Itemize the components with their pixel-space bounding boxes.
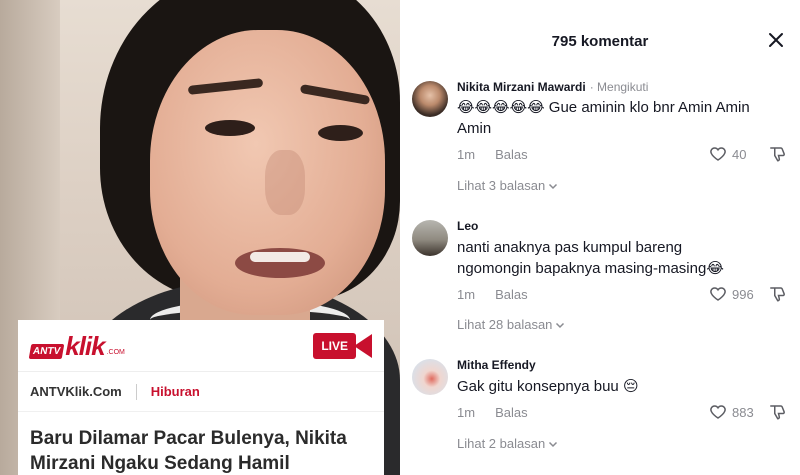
live-label: LIVE	[313, 332, 356, 359]
news-headline: Baru Dilamar Pacar Bulenya, Nikita Mirza…	[30, 428, 347, 474]
teeth	[250, 252, 310, 262]
comment-text: nanti anaknya pas kumpul bareng ngomongi…	[457, 239, 724, 277]
view-replies[interactable]: Lihat 28 balasan	[457, 317, 565, 332]
comments-count-title: 795 komentar	[551, 33, 649, 50]
news-meta: ANTVKlik.Com Hiburan	[18, 372, 384, 412]
avatar[interactable]	[412, 359, 448, 395]
comment-author[interactable]: Mitha Effendy	[457, 358, 536, 372]
comment-time: 1m	[457, 287, 476, 302]
meta-divider	[135, 383, 137, 400]
like-count: 996	[732, 286, 754, 302]
heart-icon	[710, 405, 726, 419]
chevron-down-icon	[549, 183, 558, 189]
view-replies-label: Lihat 28 balasan	[457, 317, 553, 332]
chevron-down-icon	[556, 322, 565, 328]
comment-time: 1m	[457, 147, 476, 162]
comments-header: 795 komentar	[400, 0, 800, 80]
video-frame[interactable]: ANTV klik .COM LIVE ANTVKlik.Com Hiburan…	[0, 0, 400, 475]
close-button[interactable]	[766, 30, 786, 50]
reply-button[interactable]: Balas	[495, 287, 528, 302]
like-count: 40	[732, 146, 747, 162]
antvklik-logo: ANTV klik .COM	[28, 330, 125, 361]
dislike-icon[interactable]	[768, 145, 786, 163]
news-category: Hiburan	[150, 384, 200, 399]
dislike-icon[interactable]	[768, 285, 786, 303]
comment-meta: 1m Balas	[457, 287, 528, 302]
news-card-header: ANTV klik .COM LIVE	[18, 320, 384, 372]
view-replies-label: Lihat 3 balasan	[457, 178, 546, 193]
live-badge: LIVE	[313, 332, 372, 359]
news-card: ANTV klik .COM LIVE ANTVKlik.Com Hiburan…	[18, 320, 384, 475]
dislike-icon[interactable]	[768, 403, 786, 421]
like-button[interactable]: 996	[709, 285, 754, 303]
logo-antv: ANTV	[28, 343, 65, 359]
like-button[interactable]: 883	[709, 403, 754, 421]
chevron-down-icon	[549, 441, 558, 447]
heart-icon	[710, 287, 726, 301]
reply-button[interactable]: Balas	[495, 405, 528, 420]
news-site: ANTVKlik.Com	[30, 384, 122, 399]
view-replies[interactable]: Lihat 2 balasan	[457, 436, 558, 451]
view-replies-label: Lihat 2 balasan	[457, 436, 546, 451]
comment-text: Gak gitu konsepnya buu 😔	[457, 378, 639, 395]
comments-panel: 795 komentar Nikita Mirzani Mawardi · Men…	[400, 0, 800, 475]
comment-meta: 1m Balas	[457, 405, 528, 420]
right-eye	[318, 125, 363, 141]
reply-button[interactable]: Balas	[495, 147, 528, 162]
logo-com: .COM	[106, 348, 125, 356]
like-button[interactable]: 40	[709, 145, 746, 163]
comment-author[interactable]: Leo	[457, 219, 478, 233]
left-eye	[205, 120, 255, 136]
heart-icon	[710, 147, 726, 161]
comment-meta: 1m Balas	[457, 147, 528, 162]
comment-time: 1m	[457, 405, 476, 420]
comment-username: Nikita Mirzani Mawardi	[457, 80, 586, 94]
comment-text: 😂😂😂😂😂 Gue aminin klo bnr Amin Amin Amin	[457, 99, 750, 137]
nose	[265, 150, 305, 215]
comment-author[interactable]: Nikita Mirzani Mawardi · Mengikuti	[457, 80, 648, 94]
avatar[interactable]	[412, 220, 448, 256]
comment-username: Mitha Effendy	[457, 358, 536, 372]
speaker-icon	[354, 333, 372, 358]
logo-klik: klik	[65, 330, 105, 361]
like-count: 883	[732, 404, 754, 420]
comment-username: Leo	[457, 219, 479, 233]
following-label: · Mengikuti	[589, 80, 649, 94]
avatar[interactable]	[412, 81, 448, 117]
view-replies[interactable]: Lihat 3 balasan	[457, 178, 558, 193]
close-icon	[769, 33, 783, 47]
